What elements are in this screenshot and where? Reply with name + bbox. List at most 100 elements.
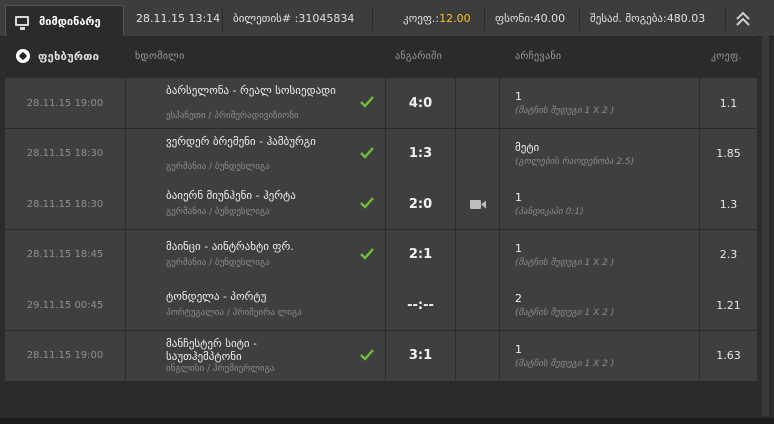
- pick-description: (მატჩის შედეგი 1 X 2 ): [515, 106, 615, 116]
- bet-ticket-window: მიმდინარე 28.11.15 13:14 ბილეთის# : 3104…: [0, 0, 774, 424]
- table-row: 28.11.15 18:30 ვერდერ ბრემენი - ჰამბურგი…: [5, 128, 757, 179]
- row-odds: 1.63: [700, 330, 757, 381]
- ticket-possible-win: შესაძ. მოგება: 480.03: [590, 0, 705, 36]
- ticket-amount: ფსონი: 40.00: [495, 0, 565, 36]
- event-league: ინგლისი / პრემიერლიგა: [166, 363, 275, 374]
- row-event: მანჩესტერ სიტი - საუთჰემპტონი ინგლისი / …: [126, 330, 385, 381]
- checkmark-icon: [360, 96, 374, 108]
- pick-description: (გოლების რაოდენობა 2.5): [515, 156, 635, 167]
- amount-label: ფსონი:: [495, 11, 534, 25]
- tab-current[interactable]: მიმდინარე: [5, 5, 124, 36]
- monitor-icon: [15, 16, 29, 30]
- table-row: 28.11.15 19:00 ბარსელონა - რეალ სოსიედად…: [5, 78, 757, 128]
- ticket-coef: კოეფ.: 12.00: [403, 0, 471, 36]
- vertical-scrollbar[interactable]: [762, 36, 769, 416]
- pick-description: (მატჩის შედეგი 1 X 2 ): [515, 358, 615, 369]
- bets-table: ფეხბურთი ხდომილი ანგარიში არჩევანი კოეფ.…: [5, 36, 757, 398]
- row-event: მაინცი - აინტრახტი ფრ. გერმანია / ბუნდეს…: [126, 229, 385, 280]
- row-odds: 2.3: [700, 229, 757, 280]
- row-score: 2:1: [386, 229, 455, 280]
- row-date: 29.11.15 00:45: [5, 280, 125, 330]
- event-teams: მაინცი - აინტრახტი ფრ.: [166, 239, 294, 253]
- event-league: გერმანია / ბუნდესლიგა: [166, 207, 270, 217]
- amount-value: 40.00: [533, 11, 566, 25]
- col-pick-header: არჩევანი: [515, 50, 562, 62]
- row-score: 1:3: [386, 128, 455, 179]
- video-camera-icon[interactable]: [469, 199, 486, 210]
- row-pick: 1 (მატჩის შედეგი 1 X 2 ): [500, 229, 699, 280]
- row-date: 28.11.15 18:30: [5, 128, 125, 179]
- row-odds: 1.1: [700, 78, 757, 128]
- event-teams: ბარსელონა - რეალ სოსიედადი: [166, 84, 336, 97]
- checkmark-icon: [360, 146, 374, 159]
- row-media: [456, 78, 499, 128]
- row-odds: 1.3: [700, 179, 757, 229]
- row-score: 2:0: [386, 179, 455, 229]
- divider: [725, 7, 726, 31]
- horizontal-scrollbar[interactable]: [0, 418, 774, 424]
- col-odds-header: კოეფ.: [711, 50, 742, 62]
- row-event: ტონდელა - პორტუ პორტუგალია / პრიმეირა ლი…: [126, 280, 385, 330]
- col-score-header: ანგარიში: [395, 50, 443, 62]
- event-league: პორტუგალია / პრიმეირა ლიგა: [166, 308, 302, 318]
- event-teams: ვერდერ ბრემენი - ჰამბურგი: [166, 134, 316, 148]
- table-header: ფეხბურთი ხდომილი ანგარიში არჩევანი კოეფ.: [5, 36, 757, 76]
- checkmark-icon: [360, 348, 374, 361]
- pick-value: 1: [515, 90, 522, 103]
- win-value: 480.03: [666, 11, 706, 25]
- sport-label: ფეხბურთი: [38, 49, 100, 63]
- row-pick: 1 (ჰანდიკაპი 0:1): [500, 179, 699, 229]
- double-chevron-up-icon: [736, 11, 750, 26]
- row-media: [456, 128, 499, 179]
- table-row: 28.11.15 18:45 მაინცი - აინტრახტი ფრ. გე…: [5, 229, 757, 280]
- pick-value: მეტი: [515, 140, 540, 154]
- ticket-number-value: 31045834: [298, 11, 355, 25]
- event-teams: ტონდელა - პორტუ: [166, 290, 267, 303]
- row-pick: 1 (მატჩის შედეგი 1 X 2 ): [500, 330, 699, 381]
- ticket-number-label: ბილეთის# :: [233, 11, 299, 25]
- row-media: [456, 229, 499, 280]
- table-row: 28.11.15 18:30 ბაიერნ მიუნჰენი - ჰერტა გ…: [5, 179, 757, 229]
- row-pick: 2 (მატჩის შედეგი 1 X 2 ): [500, 280, 699, 330]
- coef-label: კოეფ.:: [403, 11, 440, 25]
- collapse-button[interactable]: [729, 5, 757, 33]
- row-date: 28.11.15 19:00: [5, 78, 125, 128]
- divider: [484, 7, 485, 31]
- event-teams: ბაიერნ მიუნჰენი - ჰერტა: [166, 189, 296, 202]
- checkmark-icon: [360, 197, 374, 209]
- pick-value: 1: [515, 342, 522, 356]
- checkmark-icon: [360, 247, 374, 260]
- pick-value: 1: [515, 191, 522, 204]
- row-media: [456, 330, 499, 381]
- pick-description: (მატჩის შედეგი 1 X 2 ): [515, 308, 615, 318]
- divider: [579, 7, 580, 31]
- row-event: ბაიერნ მიუნჰენი - ჰერტა გერმანია / ბუნდე…: [126, 179, 385, 229]
- table-row: 29.11.15 00:45 ტონდელა - პორტუ პორტუგალი…: [5, 280, 757, 330]
- row-event: ბარსელონა - რეალ სოსიედადი ესპანეთი / პრ…: [126, 78, 385, 128]
- pick-value: 1: [515, 241, 522, 255]
- tab-current-label: მიმდინარე: [39, 14, 101, 28]
- row-date: 28.11.15 19:00: [5, 330, 125, 381]
- event-teams: მანჩესტერ სიტი - საუთჰემპტონი: [166, 336, 257, 363]
- sport-header: ფეხბურთი: [16, 36, 99, 76]
- table-row: 28.11.15 19:00 მანჩესტერ სიტი - საუთჰემპ…: [5, 330, 757, 381]
- coef-value: 12.00: [439, 11, 471, 25]
- row-odds: 1.85: [700, 128, 757, 179]
- divider: [222, 7, 223, 31]
- event-league: გერმანია / ბუნდესლიგა: [166, 161, 270, 172]
- row-odds: 1.21: [700, 280, 757, 330]
- row-date: 28.11.15 18:45: [5, 229, 125, 280]
- row-score: 3:1: [386, 330, 455, 381]
- win-label: შესაძ. მოგება:: [590, 11, 667, 25]
- ticket-datetime: 28.11.15 13:14: [136, 0, 220, 36]
- soccer-ball-icon: [16, 49, 30, 63]
- event-league: ესპანეთი / პრიმერადივიზიონი: [166, 111, 299, 121]
- pick-description: (ჰანდიკაპი 0:1): [515, 207, 584, 217]
- col-event-header: ხდომილი: [135, 50, 185, 62]
- row-pick: 1 (მატჩის შედეგი 1 X 2 ): [500, 78, 699, 128]
- pick-value: 2: [515, 292, 522, 305]
- row-media: [456, 280, 499, 330]
- event-league: გერმანია / ბუნდესლიგა: [166, 257, 270, 268]
- ticket-number: ბილეთის# : 31045834: [233, 0, 354, 36]
- row-score: 4:0: [386, 78, 455, 128]
